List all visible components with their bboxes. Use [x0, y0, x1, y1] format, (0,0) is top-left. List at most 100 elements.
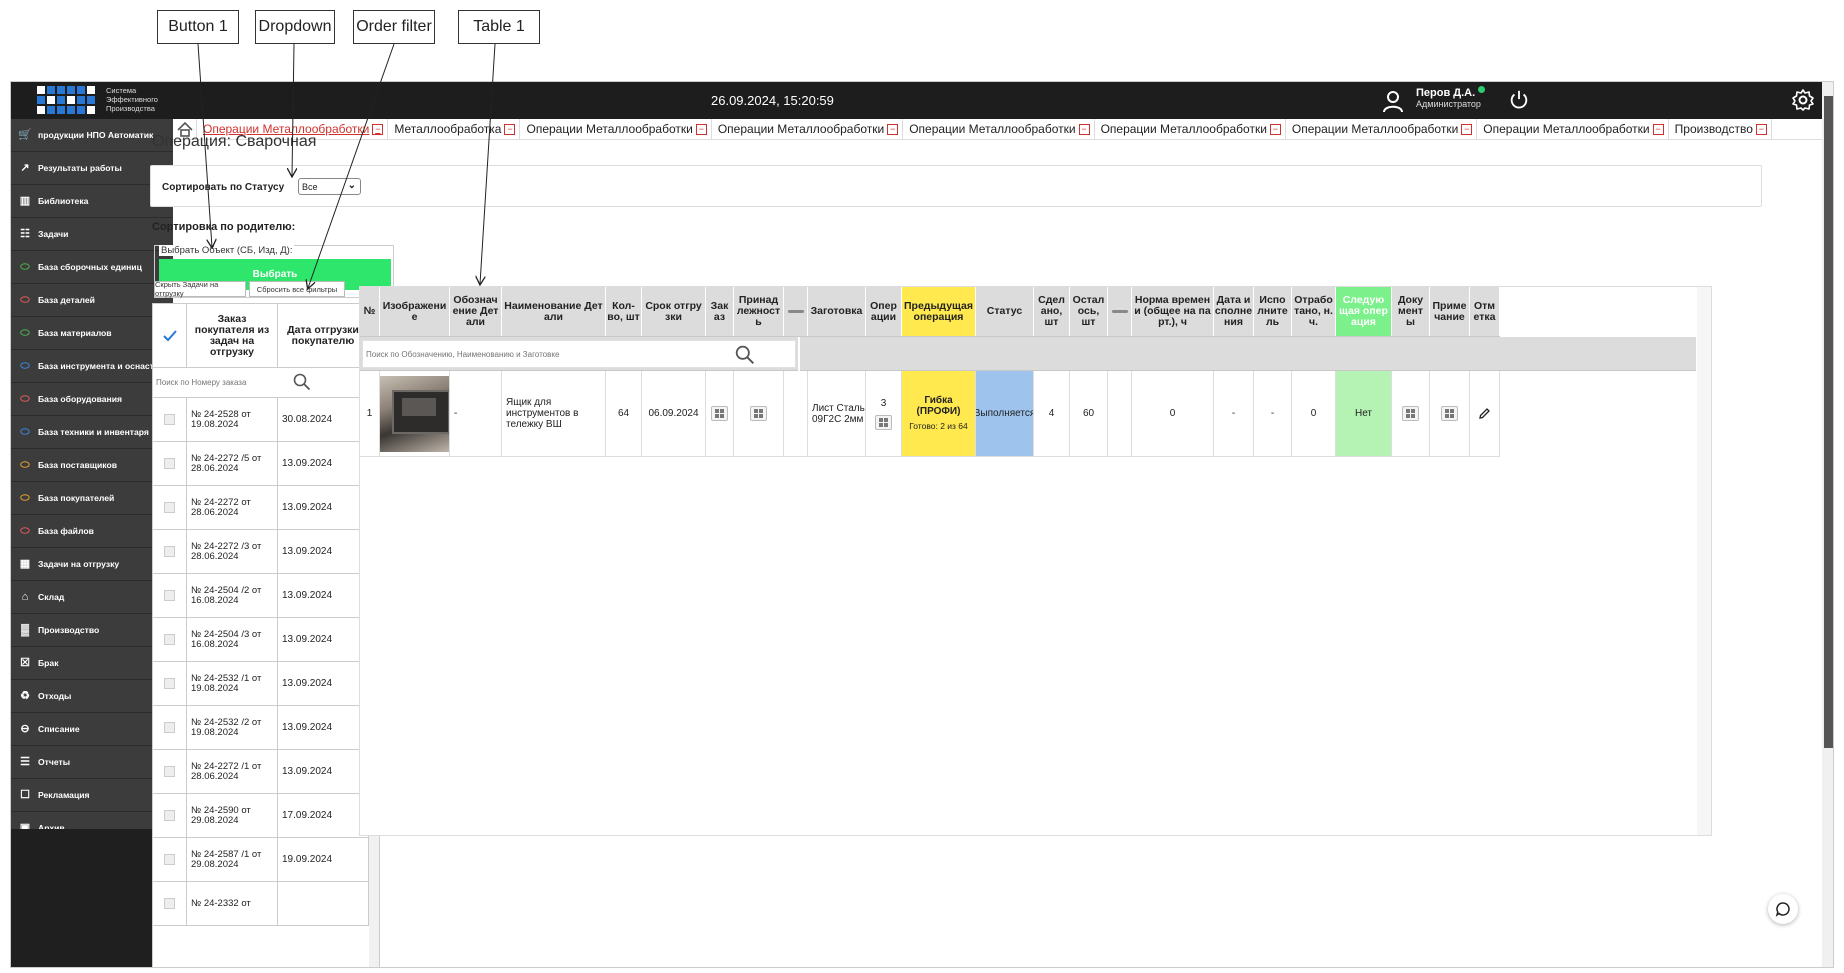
- column-header-6[interactable]: Зак аз: [706, 287, 734, 336]
- cell-belonging[interactable]: [734, 371, 784, 456]
- select-all-check-icon[interactable]: [153, 304, 187, 367]
- column-header-18[interactable]: Испо лните ль: [1254, 287, 1292, 336]
- order-checkbox[interactable]: [153, 486, 187, 529]
- sidebar-item-11[interactable]: ⬭ База покупателей: [11, 482, 173, 515]
- order-row[interactable]: № 24-2504 /2 от 16.08.2024 13.09.2024: [153, 574, 369, 618]
- tab-3[interactable]: Операции Металлообработки −: [712, 118, 904, 140]
- settings-gear-icon[interactable]: [1791, 88, 1815, 112]
- order-row[interactable]: № 24-2528 от 19.08.2024 30.08.2024: [153, 398, 369, 442]
- order-checkbox[interactable]: [153, 750, 187, 793]
- user-icon[interactable]: [1381, 89, 1405, 113]
- order-row[interactable]: № 24-2532 /2 от 19.08.2024 13.09.2024: [153, 706, 369, 750]
- tab-1[interactable]: Металлообработка −: [388, 118, 521, 140]
- sidebar-item-12[interactable]: ⬭ База файлов: [11, 515, 173, 548]
- column-header-19[interactable]: Отрабо тано, н. ч.: [1292, 287, 1336, 336]
- column-header-21[interactable]: Доку мент ы: [1392, 287, 1430, 336]
- sidebar-item-4[interactable]: ⬭ База сборочных единиц: [11, 251, 173, 284]
- edit-pencil-icon[interactable]: [1478, 407, 1491, 420]
- order-row[interactable]: № 24-2272 /5 от 28.06.2024 13.09.2024: [153, 442, 369, 486]
- tab-4[interactable]: Операции Металлообработки −: [903, 118, 1095, 140]
- page-scroll-thumb[interactable]: [1824, 96, 1833, 748]
- column-header-7[interactable]: Принад лежност ь: [734, 287, 784, 336]
- column-header-15[interactable]: [1108, 287, 1132, 336]
- search-icon[interactable]: [293, 373, 311, 391]
- sidebar-item-9[interactable]: ⬭ База техники и инвентаря: [11, 416, 173, 449]
- sidebar-item-17[interactable]: ♻ Отходы: [11, 680, 173, 713]
- page-scrollbar[interactable]: [1822, 82, 1833, 967]
- tab-5[interactable]: Операции Металлообработки −: [1095, 118, 1286, 140]
- column-header-11[interactable]: Предыдущая операция: [902, 287, 976, 336]
- sidebar-item-0[interactable]: 🛒 продукции НПО Автоматик: [11, 119, 173, 152]
- cell-order[interactable]: [706, 371, 734, 456]
- cell-documents[interactable]: [1392, 371, 1430, 456]
- operations-search-field[interactable]: [362, 340, 796, 368]
- column-header-14[interactable]: Остал ось, шт: [1070, 287, 1108, 336]
- collapse-column-icon[interactable]: [787, 310, 804, 313]
- order-row[interactable]: № 24-2272 /1 от 28.06.2024 13.09.2024: [153, 750, 369, 794]
- search-icon[interactable]: [735, 345, 755, 365]
- close-tab-icon[interactable]: −: [1078, 123, 1090, 135]
- chat-button[interactable]: [1768, 894, 1798, 924]
- status-dropdown[interactable]: Все ⌄: [298, 178, 361, 195]
- order-row[interactable]: № 24-2272 от 28.06.2024 13.09.2024: [153, 486, 369, 530]
- column-header-23[interactable]: Отм етка: [1470, 287, 1500, 336]
- order-row[interactable]: № 24-2590 от 29.08.2024 17.09.2024: [153, 794, 369, 838]
- user-name[interactable]: Перов Д.А.: [1416, 86, 1486, 99]
- tab-8[interactable]: Производство −: [1669, 118, 1772, 140]
- sidebar-item-6[interactable]: ⬭ База материалов: [11, 317, 173, 350]
- reset-filters-button[interactable]: Сбросить все фильтры: [249, 281, 345, 297]
- grid-icon[interactable]: [750, 406, 767, 421]
- column-header-12[interactable]: Статус: [976, 287, 1034, 336]
- column-header-4[interactable]: Кол-во, шт: [606, 287, 642, 336]
- order-checkbox[interactable]: [153, 662, 187, 705]
- column-header-10[interactable]: Опер ации: [866, 287, 902, 336]
- column-header-9[interactable]: Заготовка: [808, 287, 866, 336]
- cell-mark[interactable]: [1470, 371, 1500, 456]
- tab-6[interactable]: Операции Металлообработки −: [1286, 118, 1478, 140]
- grid-icon[interactable]: [1402, 406, 1419, 421]
- operations-search-input[interactable]: [366, 347, 726, 362]
- column-header-1[interactable]: Изображени е: [380, 287, 450, 336]
- close-tab-icon[interactable]: −: [695, 123, 707, 135]
- close-tab-icon[interactable]: −: [1652, 123, 1664, 135]
- grid-icon[interactable]: [875, 414, 892, 430]
- order-checkbox[interactable]: [153, 838, 187, 881]
- column-header-13[interactable]: Сдел ано, шт: [1034, 287, 1070, 336]
- order-checkbox[interactable]: [153, 530, 187, 573]
- close-tab-icon[interactable]: −: [372, 123, 384, 135]
- table-row[interactable]: 1- Ящик для инструментов в тележку ВШ 64 06…: [360, 371, 1500, 457]
- part-image[interactable]: [380, 375, 449, 452]
- tab-7[interactable]: Операции Металлообработки −: [1477, 118, 1669, 140]
- sidebar-item-13[interactable]: ▦ Задачи на отгрузку: [11, 548, 173, 581]
- order-checkbox[interactable]: [153, 882, 187, 925]
- column-header-17[interactable]: Дата и сполне ния: [1214, 287, 1254, 336]
- order-row[interactable]: № 24-2272 /3 от 28.06.2024 13.09.2024: [153, 530, 369, 574]
- column-header-0[interactable]: №: [360, 287, 380, 336]
- column-header-2[interactable]: Обознач ение Дет али: [450, 287, 502, 336]
- logout-power-icon[interactable]: [1508, 89, 1530, 111]
- order-row[interactable]: № 24-2587 /1 от 29.08.2024 19.09.2024: [153, 838, 369, 882]
- column-header-8[interactable]: [784, 287, 808, 336]
- sidebar-item-14[interactable]: ⌂ Склад: [11, 581, 173, 614]
- sidebar-item-19[interactable]: ☰ Отчеты: [11, 746, 173, 779]
- sidebar-item-16[interactable]: ☒ Брак: [11, 647, 173, 680]
- sidebar-item-8[interactable]: ⬭ База оборудования: [11, 383, 173, 416]
- sidebar-item-2[interactable]: ▥ Библиотека: [11, 185, 173, 218]
- hide-shipping-tasks-button[interactable]: Скрыть Задачи на отгрузку: [154, 280, 246, 298]
- close-tab-icon[interactable]: −: [1755, 123, 1767, 135]
- close-tab-icon[interactable]: −: [1461, 123, 1473, 135]
- column-header-16[interactable]: Норма времен и (общее на па рт.), ч: [1132, 287, 1214, 336]
- grid-icon[interactable]: [711, 406, 728, 421]
- close-tab-icon[interactable]: −: [887, 123, 899, 135]
- operations-scrollbar[interactable]: [1697, 287, 1711, 835]
- sidebar-item-5[interactable]: ⬭ База деталей: [11, 284, 173, 317]
- sidebar-item-1[interactable]: ↗ Результаты работы: [11, 152, 173, 185]
- order-search-field[interactable]: [153, 368, 369, 398]
- order-checkbox[interactable]: [153, 574, 187, 617]
- sidebar-item-7[interactable]: ⬭ База инструмента и оснастки: [11, 350, 173, 383]
- close-tab-icon[interactable]: −: [504, 123, 516, 135]
- sidebar-item-18[interactable]: ⊖ Списание: [11, 713, 173, 746]
- column-header-5[interactable]: Срок отгру зки: [642, 287, 706, 336]
- column-header-20[interactable]: Следую щая опер ация: [1336, 287, 1392, 336]
- cell-image[interactable]: [380, 371, 450, 456]
